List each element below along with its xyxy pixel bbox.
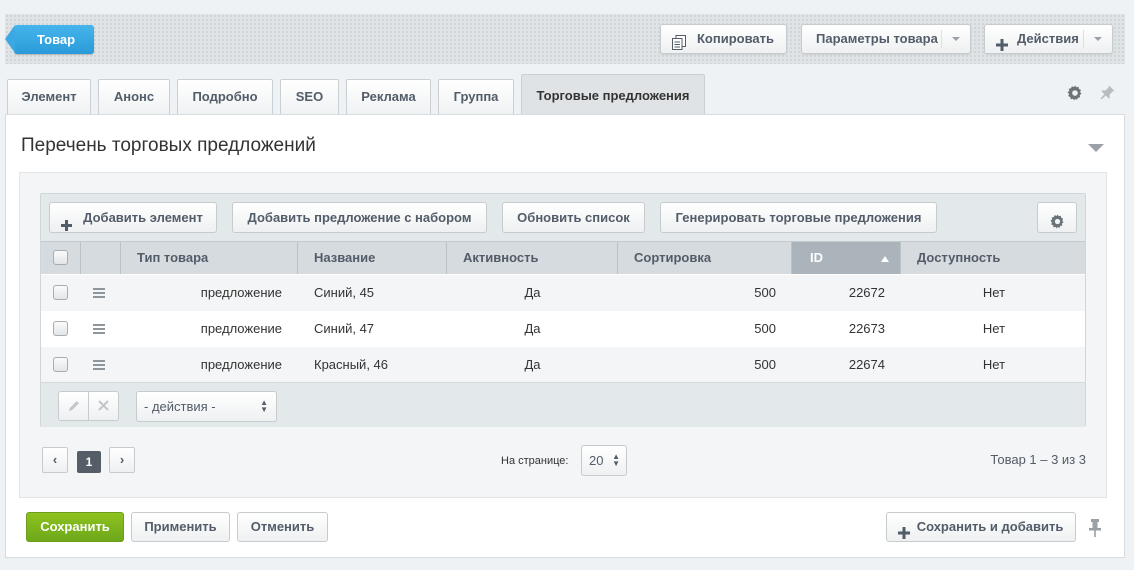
cell-type: предложение bbox=[200, 285, 282, 300]
apply-button[interactable]: Применить bbox=[131, 512, 230, 542]
copy-icon bbox=[672, 32, 686, 60]
copy-button[interactable]: Копировать bbox=[660, 24, 787, 54]
back-button[interactable]: Товар bbox=[5, 25, 94, 54]
column-header-type[interactable]: Тип товара bbox=[121, 242, 298, 274]
grid-toolbar: Добавить элемент Добавить предложение с … bbox=[41, 194, 1085, 241]
edit-button[interactable] bbox=[58, 391, 89, 421]
delete-button[interactable] bbox=[88, 391, 119, 421]
tab-details[interactable]: Подробно bbox=[177, 79, 273, 114]
cell-name: Синий, 47 bbox=[314, 321, 375, 336]
tab-trade-offers[interactable]: Торговые предложения bbox=[521, 74, 705, 114]
add-element-label: Добавить элемент bbox=[83, 210, 203, 225]
copy-label: Копировать bbox=[697, 31, 775, 46]
gear-icon[interactable] bbox=[1067, 85, 1083, 104]
tab-element[interactable]: Элемент bbox=[7, 79, 91, 114]
select-all-checkbox[interactable] bbox=[53, 250, 68, 265]
generate-offers-button[interactable]: Генерировать торговые предложения bbox=[660, 202, 937, 233]
updown-icon: ▲ ▼ bbox=[260, 398, 268, 414]
section-title: Перечень торговых предложений bbox=[21, 135, 316, 156]
cell-sort: 500 bbox=[754, 357, 776, 372]
save-button[interactable]: Сохранить bbox=[26, 512, 124, 542]
tab-advertising[interactable]: Реклама bbox=[346, 79, 431, 114]
product-params-button[interactable]: Параметры товара bbox=[801, 24, 971, 54]
pager-current-page[interactable]: 1 bbox=[77, 451, 101, 473]
tab-group[interactable]: Группа bbox=[438, 79, 514, 114]
pager-next-button[interactable]: › bbox=[109, 447, 135, 473]
add-offer-with-set-button[interactable]: Добавить предложение с набором bbox=[232, 202, 487, 233]
cell-availability: Нет bbox=[982, 357, 1006, 372]
cell-availability: Нет bbox=[982, 321, 1006, 336]
cell-id: 22673 bbox=[848, 321, 885, 336]
row-menu-icon[interactable] bbox=[93, 324, 105, 334]
offers-grid: Добавить элемент Добавить предложение с … bbox=[40, 193, 1086, 427]
cell-active: Да bbox=[524, 357, 541, 372]
refresh-list-button[interactable]: Обновить список bbox=[502, 202, 645, 233]
cell-type: предложение bbox=[200, 321, 282, 336]
main-panel: Перечень торговых предложений Добавить э… bbox=[5, 114, 1125, 558]
column-header-id[interactable]: ID bbox=[792, 242, 901, 274]
cell-sort: 500 bbox=[754, 321, 776, 336]
chevron-down-icon bbox=[1094, 37, 1102, 41]
total-count: Товар 1 – 3 из 3 bbox=[990, 452, 1086, 467]
plus-icon bbox=[898, 521, 910, 549]
column-header-sort[interactable]: Сортировка bbox=[618, 242, 792, 274]
product-params-label: Параметры товара bbox=[816, 31, 938, 46]
actions-label: Действия bbox=[1017, 31, 1079, 46]
group-actions-value: - действия - bbox=[144, 399, 216, 414]
grid-header: Тип товара Название Активность Сортировк… bbox=[41, 241, 1085, 274]
cell-active: Да bbox=[524, 285, 541, 300]
table-row[interactable]: предложение Красный, 46 Да 500 22674 Нет bbox=[41, 347, 1085, 383]
updown-icon: ▲ ▼ bbox=[612, 452, 620, 468]
column-header-availability[interactable]: Доступность bbox=[901, 242, 1087, 274]
per-page-label: На странице: bbox=[501, 455, 569, 467]
cell-id: 22674 bbox=[848, 357, 885, 372]
cell-name: Красный, 46 bbox=[314, 357, 389, 372]
cell-name: Синий, 45 bbox=[314, 285, 375, 300]
actions-button[interactable]: Действия bbox=[984, 24, 1113, 54]
offers-list-container: Добавить элемент Добавить предложение с … bbox=[19, 172, 1107, 498]
tab-announce[interactable]: Анонс bbox=[98, 79, 170, 114]
plus-icon bbox=[61, 212, 72, 241]
select-all-cell bbox=[41, 242, 81, 274]
dropdown-separator bbox=[1083, 30, 1084, 48]
menu-column-header bbox=[81, 242, 121, 274]
add-element-button[interactable]: Добавить элемент bbox=[49, 202, 217, 233]
per-page-select[interactable]: 20 ▲ ▼ bbox=[581, 445, 627, 476]
grid-action-bar: - действия - ▲ ▼ bbox=[41, 382, 1085, 427]
pin-icon[interactable] bbox=[1100, 85, 1115, 103]
sort-asc-icon bbox=[881, 256, 889, 262]
row-checkbox[interactable] bbox=[53, 321, 68, 336]
pencil-icon bbox=[67, 400, 81, 416]
column-header-name[interactable]: Название bbox=[298, 242, 447, 274]
per-page-value: 20 bbox=[589, 453, 604, 468]
tab-seo[interactable]: SEO bbox=[280, 79, 339, 114]
row-menu-icon[interactable] bbox=[93, 288, 105, 298]
chevron-down-icon bbox=[952, 37, 960, 41]
grid-settings-button[interactable] bbox=[1037, 202, 1077, 233]
pin-icon[interactable] bbox=[1089, 519, 1101, 540]
row-checkbox[interactable] bbox=[53, 285, 68, 300]
column-header-active[interactable]: Активность bbox=[447, 242, 618, 274]
table-row[interactable]: предложение Синий, 47 Да 500 22673 Нет bbox=[41, 311, 1085, 347]
dropdown-separator bbox=[941, 30, 942, 48]
row-checkbox[interactable] bbox=[53, 357, 68, 372]
cancel-button[interactable]: Отменить bbox=[237, 512, 328, 542]
pager-prev-button[interactable]: ‹ bbox=[42, 447, 68, 473]
cell-availability: Нет bbox=[982, 285, 1006, 300]
cell-id: 22672 bbox=[848, 285, 885, 300]
collapse-icon[interactable] bbox=[1088, 144, 1104, 152]
row-menu-icon[interactable] bbox=[93, 360, 105, 370]
cell-active: Да bbox=[524, 321, 541, 336]
column-header-id-label: ID bbox=[810, 250, 823, 265]
save-and-add-button[interactable]: Сохранить и добавить bbox=[886, 512, 1076, 542]
plus-icon bbox=[996, 33, 1008, 61]
cell-type: предложение bbox=[200, 357, 282, 372]
close-icon bbox=[98, 398, 109, 414]
top-toolbar: Товар Копировать Параметры товара Действ… bbox=[5, 14, 1125, 64]
gear-icon bbox=[1050, 210, 1065, 239]
save-and-add-label: Сохранить и добавить bbox=[916, 519, 1064, 534]
cell-sort: 500 bbox=[754, 285, 776, 300]
group-actions-select[interactable]: - действия - ▲ ▼ bbox=[136, 391, 277, 422]
table-row[interactable]: предложение Синий, 45 Да 500 22672 Нет bbox=[41, 275, 1085, 311]
